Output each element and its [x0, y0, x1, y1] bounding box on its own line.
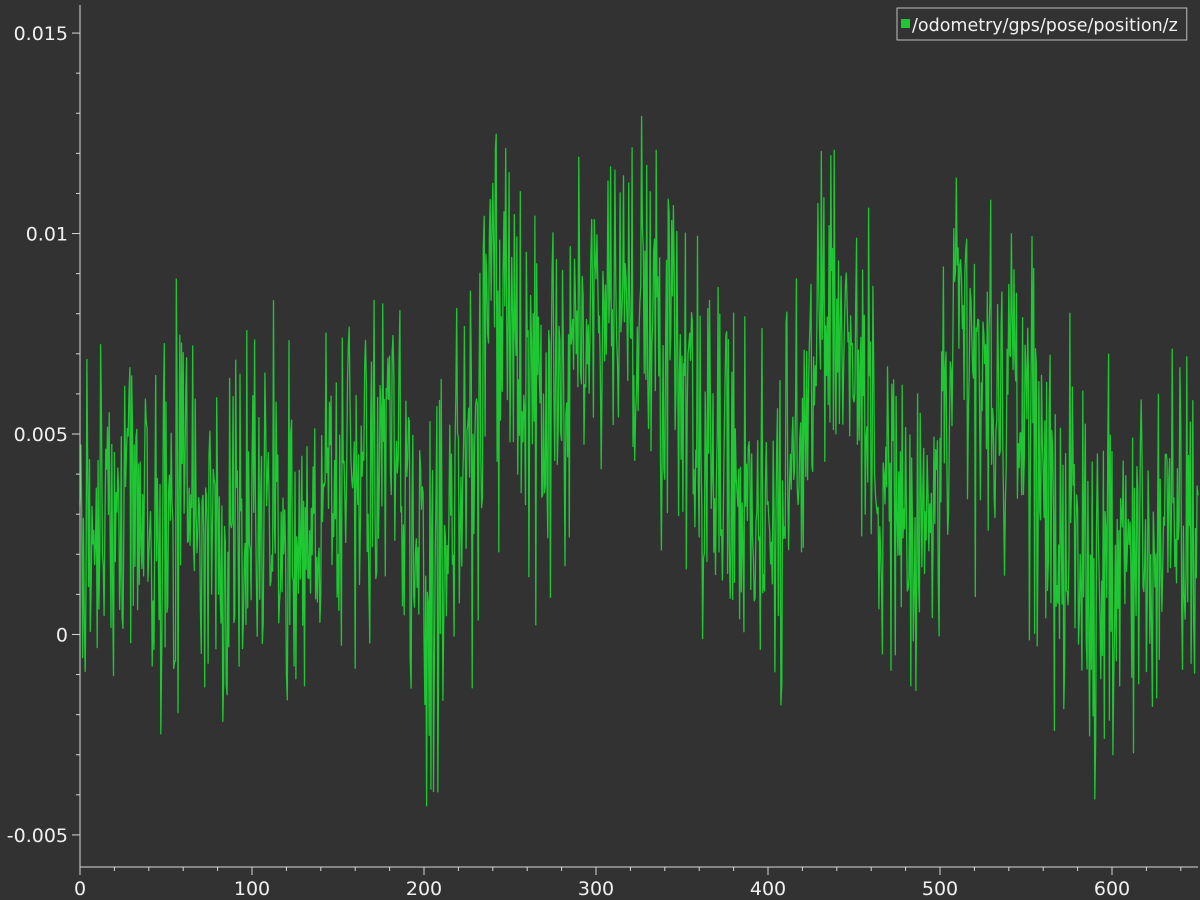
- line-chart: 0.015 0.01 0.005 0 -0.005 0 100 200 300 400 500 60…: [0, 0, 1200, 900]
- y-tick-label: -0.005: [7, 825, 68, 847]
- x-tick-label: 300: [578, 878, 614, 900]
- x-tick-label: 200: [406, 878, 442, 900]
- x-tick-label: 0: [74, 878, 86, 900]
- y-tick-label: 0.015: [14, 23, 68, 45]
- x-tick-label: 500: [922, 878, 958, 900]
- x-tick-label: 600: [1094, 878, 1130, 900]
- y-tick-label: 0.01: [26, 224, 68, 246]
- legend-label: /odometry/gps/pose/position/z: [912, 16, 1178, 36]
- legend-swatch: [901, 19, 910, 28]
- x-tick-label: 400: [750, 878, 786, 900]
- y-tick-label: 0.005: [14, 424, 68, 446]
- x-tick-label: 100: [234, 878, 270, 900]
- legend[interactable]: /odometry/gps/pose/position/z: [896, 7, 1188, 41]
- y-tick-label: 0: [56, 624, 68, 646]
